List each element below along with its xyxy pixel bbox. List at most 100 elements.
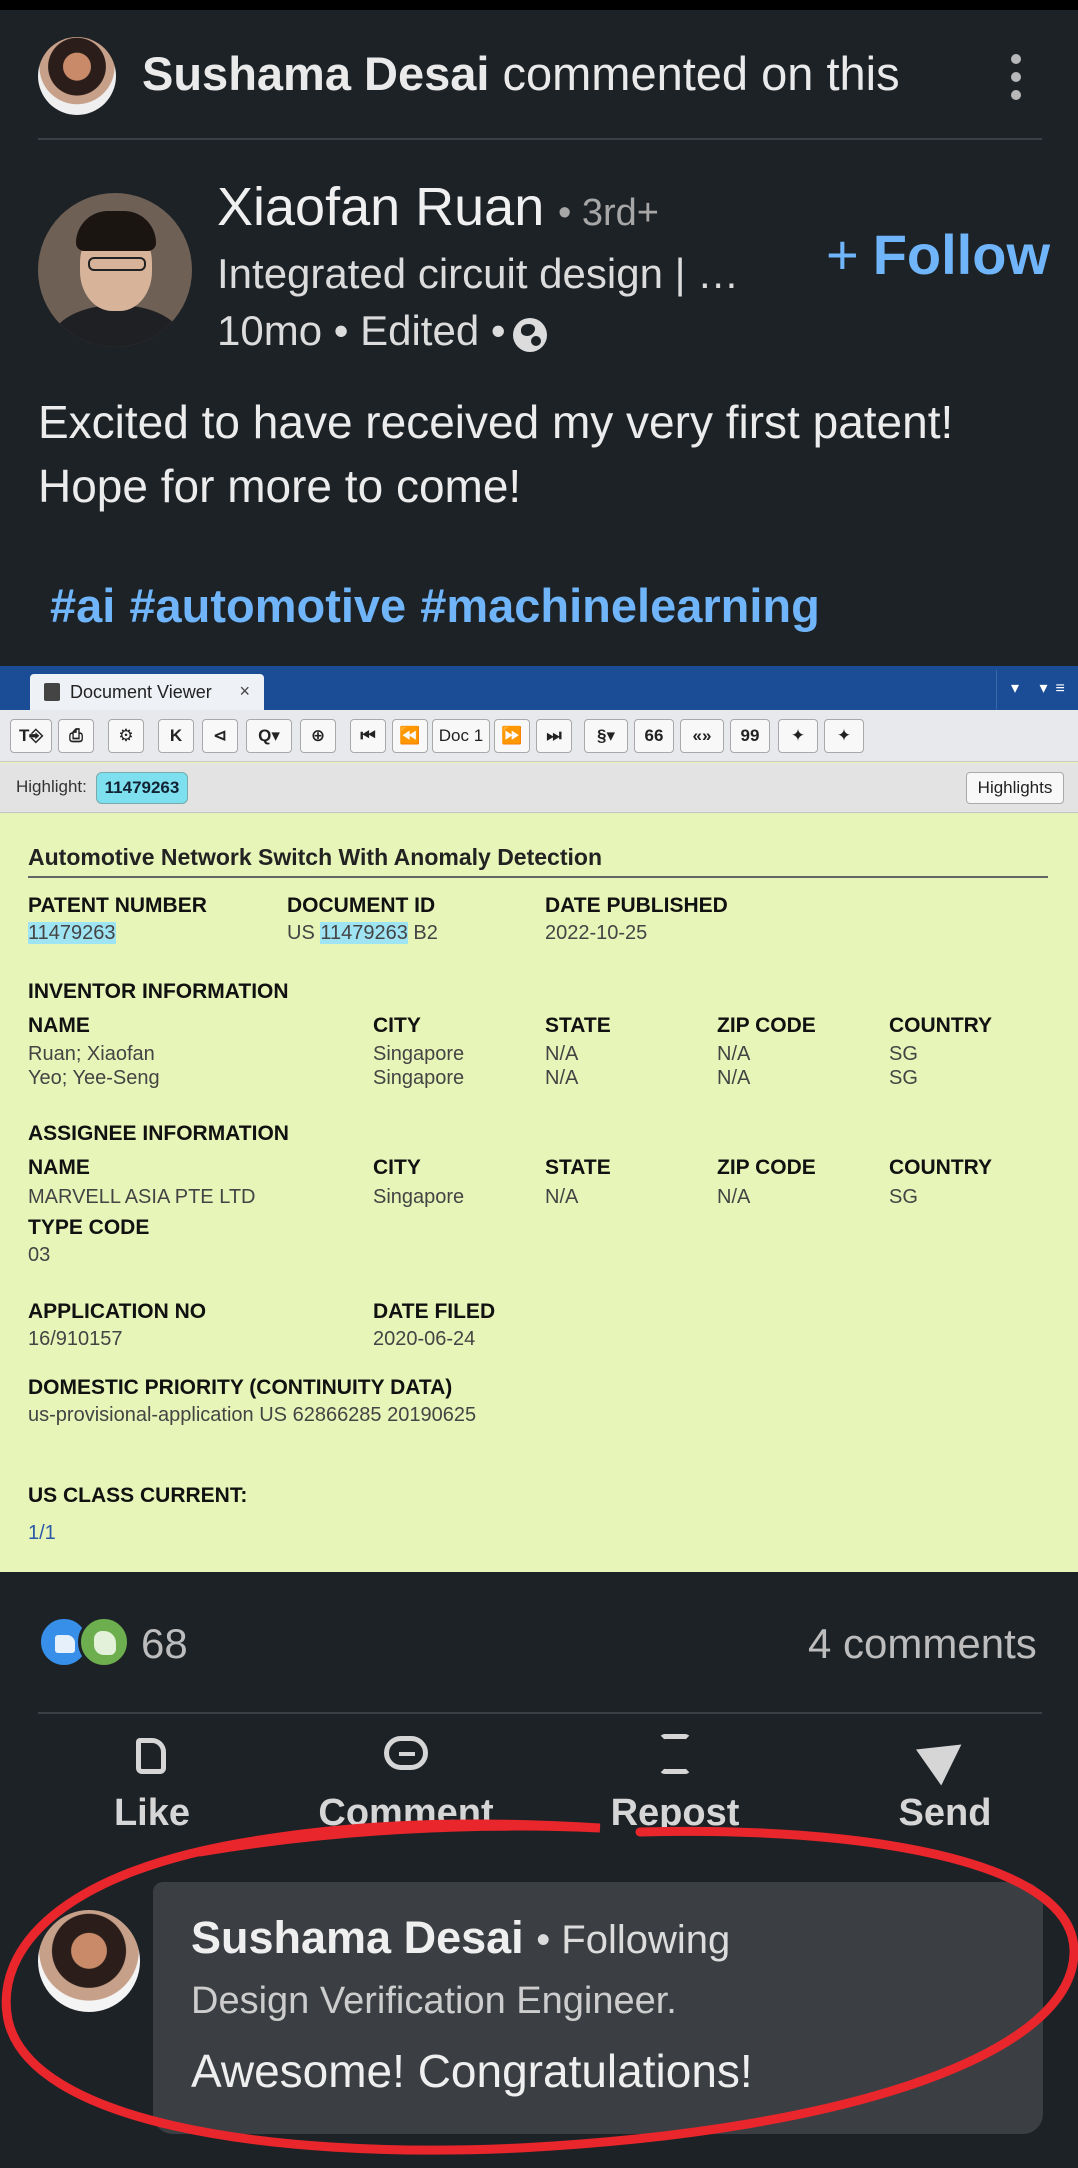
send-label: Send [898,1792,992,1834]
reaction-icons[interactable] [38,1616,130,1668]
assignee-state: N/A [545,1186,579,1208]
repost-icon [645,1728,705,1784]
reaction-count[interactable]: 68 [141,1620,188,1668]
hashtag-link[interactable]: #ai [50,579,115,632]
doc-indicator: Doc 1 [432,719,490,753]
connection-degree: • 3rd+ [558,192,659,234]
title-rule [28,876,1048,878]
post-line: Hope for more to come! [38,460,522,512]
label: DATE FILED [373,1300,496,1323]
viewer-titlebar: Document Viewer × ▾ ▾≡ [0,666,1078,710]
repost-button[interactable]: Repost [608,1728,742,1835]
highlight-up-icon: ✦ [778,719,818,753]
inventor-country: SG [889,1067,918,1089]
highlighted-text: 11479263 [320,922,408,944]
send-icon [915,1726,975,1786]
assignee-zip: N/A [717,1186,751,1208]
section-heading: ASSIGNEE INFORMATION [28,1122,289,1145]
label: PATENT NUMBER [28,894,207,917]
hashtag-link[interactable]: #machinelearning [420,579,820,632]
inventor-city: Singapore [373,1067,465,1089]
application-no: 16/910157 [28,1328,123,1350]
post-text: Excited to have received my very first p… [38,390,1048,518]
more-options-icon[interactable] [1006,54,1026,104]
hashtag-link[interactable]: #automotive [129,579,406,632]
highlight-bar: Highlight: 11479263 Highlights [0,763,1078,813]
celebrate-reaction-icon [78,1616,130,1668]
first-doc-icon: ⏮ [350,719,386,753]
viewer-tab-title: Document Viewer [70,682,212,702]
col-header: ZIP CODE [717,1014,816,1037]
plus-icon: + [826,223,859,286]
activity-text: Sushama Desai commented on this [142,46,900,101]
inventor-country: SG [889,1043,918,1065]
assignee-city: Singapore [373,1186,465,1208]
col-header: ZIP CODE [717,1156,816,1179]
document-icon [44,683,60,701]
print-icon: ⎙ [58,719,94,753]
us-class: 1/1 [28,1522,56,1544]
highlights-button: Highlights [966,772,1064,804]
section-heading: INVENTOR INFORMATION [28,980,289,1003]
author-avatar[interactable] [38,193,192,347]
globe-icon [513,318,547,352]
commenter-name[interactable]: Sushama Desai [142,47,489,100]
col-header: NAME [28,1156,90,1179]
toolbar-button: T⎆ [10,719,52,753]
comment-bubble[interactable]: Sushama Desai • Following Design Verific… [153,1882,1043,2134]
comment-author-name[interactable]: Sushama Desai [191,1912,524,1963]
prev-doc-icon: ⏪ [392,719,428,753]
date-filed: 2020-06-24 [373,1328,476,1350]
comment-icon [376,1728,436,1784]
toolbar-button: K [158,719,194,753]
inventor-city: Singapore [373,1043,465,1065]
close-icon: × [239,681,250,701]
viewer-toolbar: T⎆ ⎙ ⚙ K ⊲ Q▾ ⊕ ⏮ ⏪ Doc 1 ⏩ ⏭ §▾ 66 «» 9… [0,710,1078,762]
label: DOMESTIC PRIORITY (CONTINUITY DATA) [28,1376,453,1399]
author-name[interactable]: Xiaofan Ruan [217,176,544,238]
viewer-tab: Document Viewer × [30,674,264,710]
label: APPLICATION NO [28,1300,207,1323]
comment-label: Comment [318,1792,494,1834]
patent-title: Automotive Network Switch With Anomaly D… [28,844,602,870]
following-badge: • Following [536,1918,731,1962]
last-doc-icon: ⏭ [536,719,572,753]
quote-icon: 66 [634,719,674,753]
follow-label: Follow [872,223,1050,286]
comment-author: Sushama Desai • Following [191,1912,730,1964]
col-header: COUNTRY [889,1156,993,1179]
share-icon: ⊲ [202,719,238,753]
highlight-term: 11479263 [96,772,188,804]
comment-count[interactable]: 4 comments [808,1620,1037,1668]
comment-author-avatar[interactable] [38,1910,140,2012]
section-icon: §▾ [584,719,628,753]
actions-divider [38,1712,1042,1714]
inventor-name: Yeo; Yee-Seng [28,1067,160,1089]
label: US CLASS CURRENT: [28,1484,248,1507]
quote-icon: «» [680,719,724,753]
thumbs-up-icon [122,1728,182,1784]
highlight-label: Highlight: [16,777,87,796]
document-id: US 11479263 B2 [287,922,438,944]
inventor-state: N/A [545,1067,579,1089]
col-header: CITY [373,1014,421,1037]
viewer-menu-icon: ▾ ▾≡ [996,670,1078,710]
highlight-down-icon: ✦ [824,719,864,753]
like-button[interactable]: Like [92,1728,212,1835]
label: TYPE CODE [28,1216,150,1239]
col-header: STATE [545,1156,611,1179]
next-doc-icon: ⏩ [494,719,530,753]
comment-button[interactable]: Comment [316,1728,496,1835]
patent-number: 11479263 [28,922,116,945]
inventor-zip: N/A [717,1043,751,1065]
patent-details: Automotive Network Switch With Anomaly D… [0,814,1078,1572]
commenter-avatar[interactable] [38,37,116,115]
follow-button[interactable]: + Follow [826,222,1050,287]
send-button[interactable]: Send [888,1726,1002,1835]
type-code: 03 [28,1244,51,1266]
post-image[interactable]: Document Viewer × ▾ ▾≡ T⎆ ⎙ ⚙ K ⊲ Q▾ ⊕ ⏮… [0,666,1078,1572]
col-header: STATE [545,1014,611,1037]
post-meta: 10mo • Edited • [217,307,506,354]
search-icon: Q▾ [246,719,292,753]
inventor-name: Ruan; Xiaofan [28,1043,155,1065]
